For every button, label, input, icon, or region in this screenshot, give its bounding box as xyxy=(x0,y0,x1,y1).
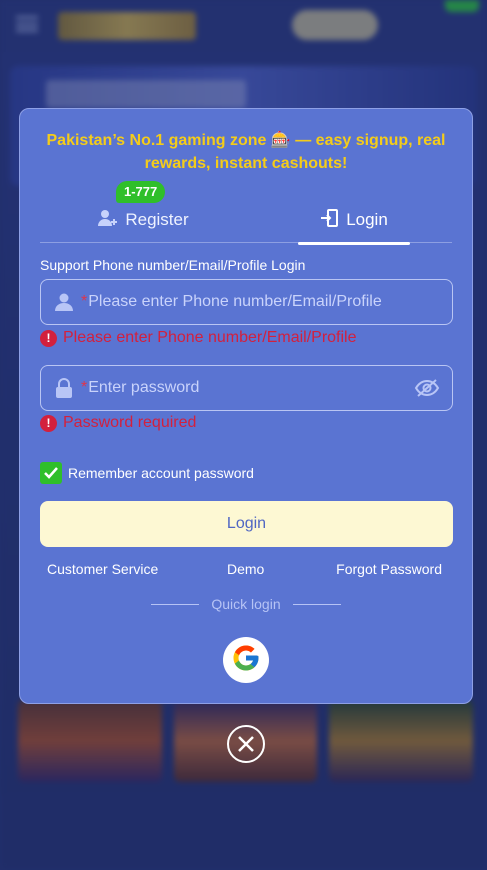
account-error-text: Please enter Phone number/Email/Profile xyxy=(63,329,357,346)
account-input[interactable] xyxy=(88,293,440,311)
remember-password[interactable]: Remember account password xyxy=(40,462,254,484)
user-icon xyxy=(53,291,75,313)
close-icon xyxy=(238,736,254,752)
password-field: * xyxy=(40,365,453,411)
error-icon: ! xyxy=(40,414,57,432)
login-modal: Pakistan’s No.1 gaming zone 🎰 — easy sig… xyxy=(19,108,473,704)
google-icon xyxy=(231,643,261,678)
forgot-password-link[interactable]: Forgot Password xyxy=(336,561,442,577)
helper-links: Customer Service Demo Forgot Password xyxy=(40,561,452,581)
customer-service-link[interactable]: Customer Service xyxy=(47,561,158,577)
required-mark: * xyxy=(81,379,88,396)
password-input[interactable] xyxy=(88,379,414,397)
tab-register[interactable]: Register xyxy=(40,197,246,243)
divider-line xyxy=(292,603,341,605)
lock-icon xyxy=(53,377,75,399)
quick-login-divider: Quick login xyxy=(20,596,472,612)
required-mark: * xyxy=(81,293,88,310)
auth-tabs: Register Login xyxy=(40,197,452,245)
remember-label: Remember account password xyxy=(68,465,254,481)
google-login-button[interactable] xyxy=(223,637,269,683)
demo-link[interactable]: Demo xyxy=(227,561,264,577)
error-icon: ! xyxy=(40,329,57,347)
remember-checkbox[interactable] xyxy=(40,462,62,484)
tab-register-label: Register xyxy=(125,210,189,229)
account-error: ! Please enter Phone number/Email/Profil… xyxy=(40,329,357,347)
tab-login-label: Login xyxy=(346,210,388,229)
eye-off-icon[interactable] xyxy=(414,377,440,399)
divider-line xyxy=(151,603,200,605)
login-door-icon xyxy=(320,208,340,233)
tab-login[interactable]: Login xyxy=(298,197,410,245)
promo-tagline: Pakistan’s No.1 gaming zone 🎰 — easy sig… xyxy=(46,132,446,172)
register-bonus-badge: 1-777 xyxy=(116,181,166,203)
add-user-icon xyxy=(97,208,119,233)
account-field: * xyxy=(40,279,453,325)
password-error: ! Password required xyxy=(40,414,196,432)
password-error-text: Password required xyxy=(63,414,197,431)
check-icon xyxy=(44,467,58,479)
account-field-label: Support Phone number/Email/Profile Login xyxy=(40,257,306,273)
close-modal-button[interactable] xyxy=(227,725,265,763)
login-button[interactable]: Login xyxy=(40,501,453,547)
quick-login-label: Quick login xyxy=(211,596,281,612)
